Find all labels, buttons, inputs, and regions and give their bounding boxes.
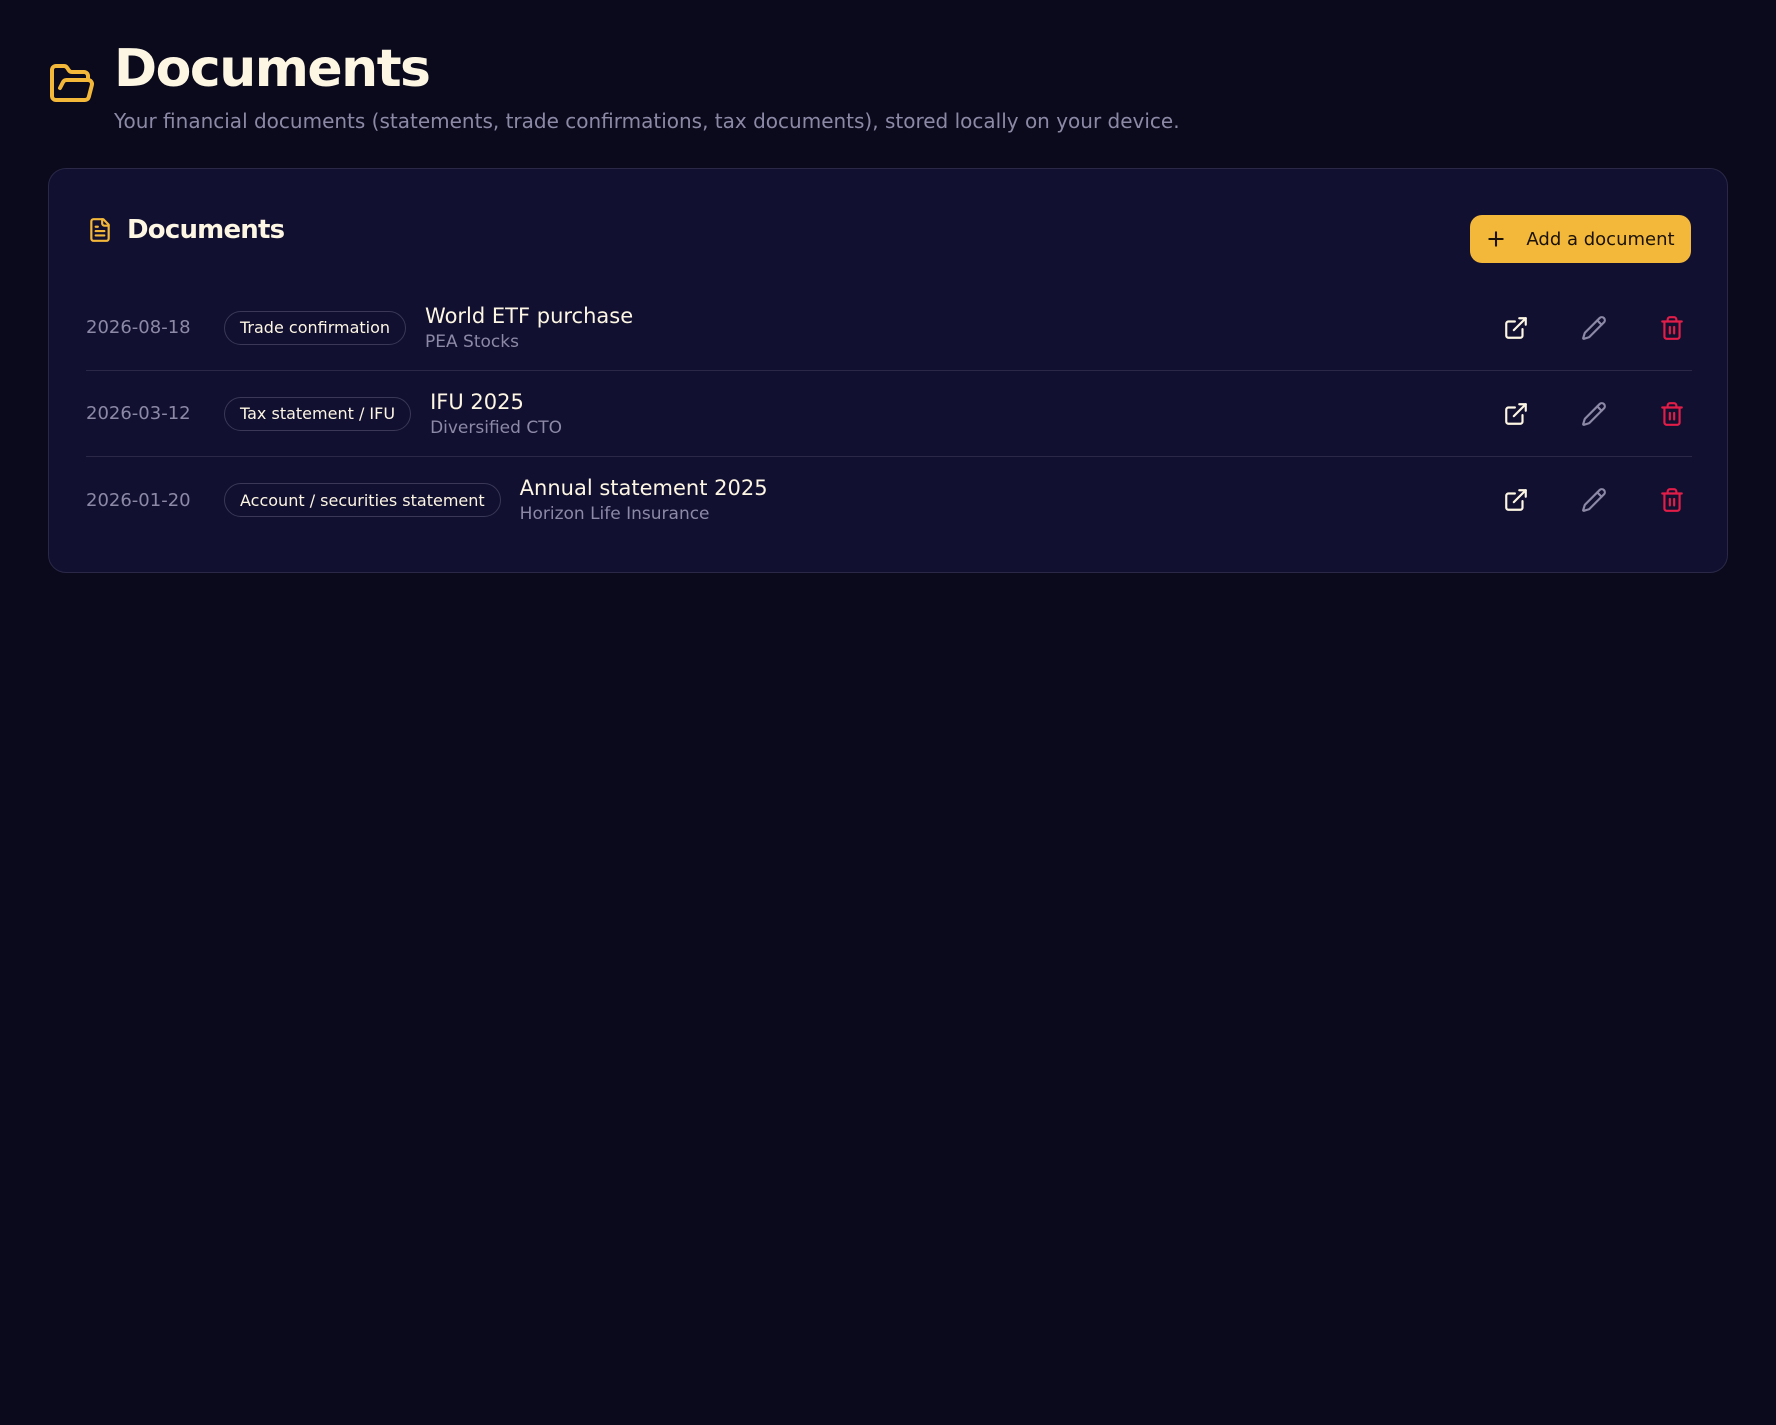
delete-document-button[interactable]: [1652, 480, 1692, 520]
delete-document-button[interactable]: [1652, 308, 1692, 348]
document-list: 2026-08-18 Trade confirmation World ETF …: [86, 285, 1692, 543]
folder-open-icon: [50, 64, 94, 102]
row-actions: [1458, 371, 1692, 457]
open-document-button[interactable]: [1496, 480, 1536, 520]
trash-icon: [1661, 488, 1683, 512]
document-type-badge: Tax statement / IFU: [224, 396, 412, 431]
row-actions: [1458, 285, 1692, 371]
page-header: Documents Your financial documents (stat…: [48, 38, 1180, 134]
pencil-icon: [1582, 488, 1606, 512]
documents-card: Documents Add a document 2026-08-18 Trad…: [48, 168, 1728, 573]
document-name: IFU 2025: [430, 389, 524, 414]
page-title: Documents: [114, 39, 431, 99]
document-type-badge: Trade confirmation: [224, 310, 407, 345]
trash-icon: [1661, 402, 1683, 426]
document-type-badge: Account / securities statement: [224, 483, 501, 517]
row-actions: [1458, 457, 1692, 543]
add-document-label: Add a document: [1526, 228, 1675, 250]
page-subtitle: Your financial documents (statements, tr…: [114, 109, 1180, 133]
external-link-icon: [1505, 317, 1527, 339]
trash-icon: [1661, 316, 1683, 340]
delete-document-button[interactable]: [1652, 394, 1692, 434]
pencil-icon: [1582, 316, 1606, 340]
document-date: 2026-03-12: [86, 403, 191, 424]
plus-icon: [1488, 231, 1505, 247]
card-header: Documents: [87, 215, 285, 245]
document-account: PEA Stocks: [425, 331, 519, 352]
document-row: 2026-08-18 Trade confirmation World ETF …: [86, 285, 1692, 371]
file-text-icon: [90, 218, 110, 242]
document-date: 2026-08-18: [86, 317, 191, 338]
document-name: World ETF purchase: [425, 303, 634, 328]
document-account: Horizon Life Insurance: [519, 504, 710, 524]
edit-document-button[interactable]: [1574, 308, 1614, 348]
document-name: Annual statement 2025: [519, 476, 768, 500]
edit-document-button[interactable]: [1574, 480, 1614, 520]
open-document-button[interactable]: [1496, 308, 1536, 348]
document-date: 2026-01-20: [86, 489, 191, 511]
document-info: World ETF purchase PEA Stocks: [425, 303, 633, 353]
document-row: 2026-03-12 Tax statement / IFU IFU 2025 …: [86, 371, 1692, 457]
document-info: IFU 2025 Diversified CTO: [430, 389, 562, 439]
document-row: 2026-01-20 Account / securities statemen…: [86, 457, 1692, 543]
add-document-button[interactable]: Add a document: [1470, 215, 1691, 263]
external-link-icon: [1505, 403, 1527, 425]
edit-document-button[interactable]: [1574, 394, 1614, 434]
pencil-icon: [1582, 402, 1606, 426]
open-document-button[interactable]: [1496, 394, 1536, 434]
document-account: Diversified CTO: [430, 417, 562, 438]
external-link-icon: [1505, 489, 1527, 511]
card-title: Documents: [127, 215, 285, 245]
document-info: Annual statement 2025 Horizon Life Insur…: [520, 475, 768, 525]
